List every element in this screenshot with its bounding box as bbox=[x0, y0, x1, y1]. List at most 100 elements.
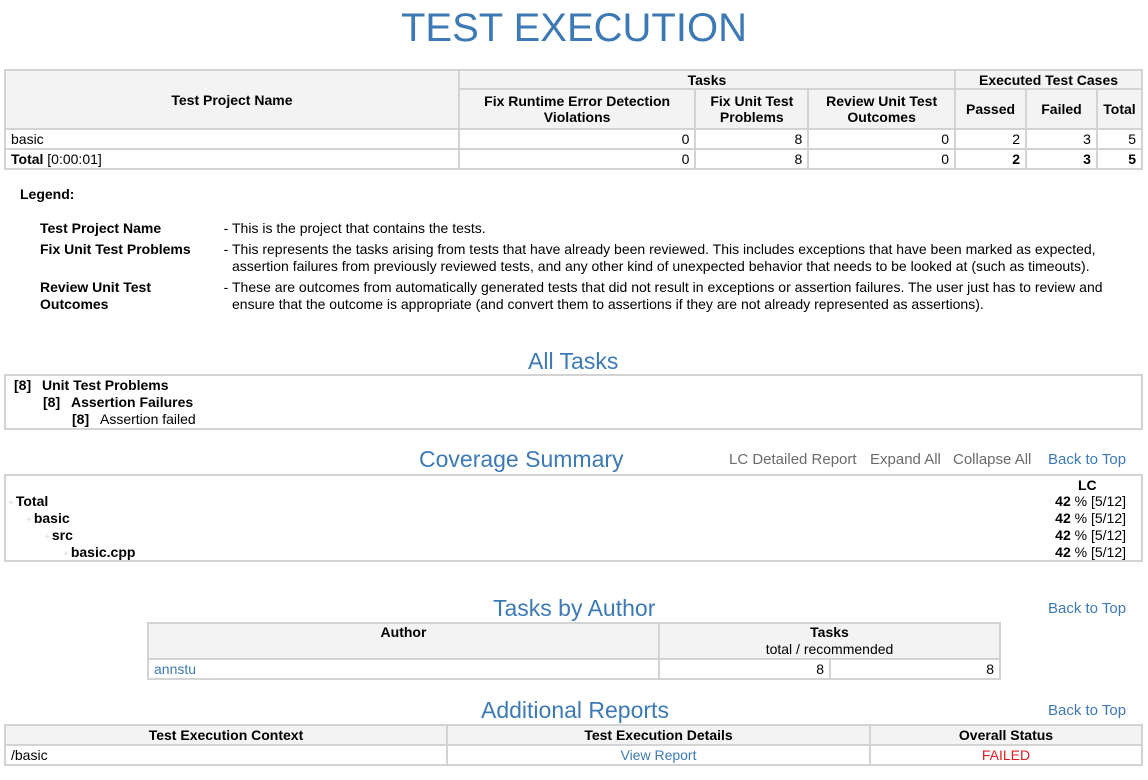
header-tasks-label: Tasks bbox=[810, 624, 849, 640]
task-label: Unit Test Problems bbox=[42, 377, 169, 393]
header-author: Author bbox=[147, 622, 660, 660]
total-time: [0:00:01] bbox=[47, 151, 102, 167]
task-node[interactable]: [8] Assertion Failures bbox=[14, 394, 1133, 411]
table-row: basic 0 8 0 2 3 5 bbox=[4, 128, 1144, 150]
review-count-cell: 0 bbox=[807, 128, 957, 150]
total-label-cell: Total [0:00:01] bbox=[4, 148, 460, 170]
legend: Legend: Test Project Name - This is the … bbox=[20, 184, 1140, 317]
total-failed-cell: 3 bbox=[1025, 148, 1098, 170]
additional-reports-title: Additional Reports bbox=[481, 697, 669, 723]
total-review-cell: 0 bbox=[807, 148, 957, 170]
coverage-node-name: basic.cpp bbox=[70, 544, 136, 560]
tree-node-icon: + bbox=[26, 515, 32, 526]
coverage-row[interactable]: + basic.cpp 42 % [5/12] bbox=[6, 544, 1126, 561]
table-row: annstu 8 8 bbox=[147, 658, 1001, 680]
legend-item: Review Unit Test Outcomes - These are ou… bbox=[20, 279, 1140, 313]
header-project-name: Test Project Name bbox=[4, 69, 460, 130]
coverage-row[interactable]: + Total 42 % [5/12] bbox=[6, 493, 1126, 510]
header-runtime-violations: Fix Runtime Error Detection Violations bbox=[457, 88, 697, 130]
all-tasks-tree: [8] Unit Test Problems [8] Assertion Failu… bbox=[4, 374, 1143, 430]
tasks-by-author-title: Tasks by Author bbox=[493, 595, 656, 621]
tree-node-icon: + bbox=[8, 498, 14, 509]
reports-table: Test Execution Context Test Execution De… bbox=[4, 724, 1143, 766]
authors-table: Author Tasks total / recommended annstu … bbox=[147, 622, 1001, 680]
total-fix-cell: 8 bbox=[694, 148, 810, 170]
task-count: [8] bbox=[14, 377, 32, 393]
header-execution-details: Test Execution Details bbox=[446, 724, 871, 746]
runtime-count-cell: 0 bbox=[457, 128, 697, 150]
header-tasks: Tasks bbox=[457, 69, 957, 90]
coverage-node-name: Total bbox=[15, 493, 49, 509]
task-label: Assertion failed bbox=[100, 411, 196, 427]
coverage-table: LC + Total 42 % [5/12] + basic 42 % [5/12]… bbox=[4, 474, 1143, 562]
details-cell: View Report bbox=[446, 744, 871, 766]
author-cell: annstu bbox=[147, 658, 660, 680]
total-count-cell: 5 bbox=[1095, 128, 1144, 150]
task-node[interactable]: [8] Assertion failed bbox=[14, 411, 1133, 428]
author-total-cell: 8 bbox=[658, 658, 831, 680]
header-executed-test-cases: Executed Test Cases bbox=[954, 69, 1143, 90]
legend-desc: These are outcomes from automatically ge… bbox=[232, 279, 1103, 312]
coverage-ratio: % [5/12] bbox=[1074, 510, 1126, 526]
total-runtime-cell: 0 bbox=[457, 148, 697, 170]
task-count: [8] bbox=[72, 411, 90, 427]
author-recommended-cell: 8 bbox=[829, 658, 1001, 680]
coverage-row[interactable]: + basic 42 % [5/12] bbox=[6, 510, 1126, 527]
coverage-pct: 42 bbox=[1055, 493, 1071, 509]
legend-term: Test Project Name bbox=[40, 220, 162, 236]
tree-node-icon: + bbox=[63, 549, 69, 560]
legend-term: Fix Unit Test Problems bbox=[40, 241, 191, 257]
lc-detailed-report-link[interactable]: LC Detailed Report bbox=[729, 451, 857, 469]
total-row: Total [0:00:01] 0 8 0 2 3 5 bbox=[4, 148, 1144, 170]
legend-item: Fix Unit Test Problems - This represents… bbox=[20, 241, 1140, 275]
page-title: TEST EXECUTION bbox=[401, 6, 747, 50]
expand-all-link[interactable]: Expand All bbox=[870, 451, 941, 469]
back-to-top-link[interactable]: Back to Top bbox=[1048, 702, 1126, 720]
coverage-summary-title: Coverage Summary bbox=[419, 446, 624, 472]
task-node[interactable]: [8] Unit Test Problems bbox=[14, 377, 1133, 394]
header-failed: Failed bbox=[1025, 88, 1098, 130]
back-to-top-link[interactable]: Back to Top bbox=[1048, 600, 1126, 618]
failed-count-cell: 3 bbox=[1025, 128, 1098, 150]
task-label: Assertion Failures bbox=[71, 394, 194, 410]
header-fix-unit-test-problems: Fix Unit Test Problems bbox=[694, 88, 810, 130]
fix-count-cell: 8 bbox=[694, 128, 810, 150]
legend-heading: Legend: bbox=[20, 186, 75, 202]
total-total-cell: 5 bbox=[1095, 148, 1144, 170]
context-cell: /basic bbox=[4, 744, 448, 766]
lc-column-header: LC bbox=[1078, 477, 1097, 493]
header-execution-context: Test Execution Context bbox=[4, 724, 448, 746]
coverage-pct: 42 bbox=[1055, 544, 1071, 560]
all-tasks-title: All Tasks bbox=[528, 348, 619, 374]
coverage-node-name: src bbox=[51, 527, 73, 543]
status-cell: FAILED bbox=[869, 744, 1143, 766]
coverage-pct: 42 bbox=[1055, 510, 1071, 526]
tree-node-icon: + bbox=[44, 532, 50, 543]
task-count: [8] bbox=[43, 394, 61, 410]
header-total: Total bbox=[1095, 88, 1144, 130]
header-passed: Passed bbox=[954, 88, 1028, 130]
collapse-all-link[interactable]: Collapse All bbox=[953, 451, 1031, 469]
view-report-link[interactable]: View Report bbox=[620, 747, 696, 763]
coverage-node-name: basic bbox=[33, 510, 70, 526]
coverage-ratio: % [5/12] bbox=[1074, 493, 1126, 509]
author-link[interactable]: annstu bbox=[154, 661, 196, 677]
project-name-cell: basic bbox=[4, 128, 460, 150]
header-tasks-sub: total / recommended bbox=[765, 641, 894, 657]
legend-desc: This represents the tasks arising from t… bbox=[232, 241, 1096, 274]
total-passed-cell: 2 bbox=[954, 148, 1028, 170]
coverage-pct: 42 bbox=[1055, 527, 1071, 543]
passed-count-cell: 2 bbox=[954, 128, 1028, 150]
coverage-ratio: % [5/12] bbox=[1074, 527, 1126, 543]
header-tasks: Tasks total / recommended bbox=[658, 622, 1001, 660]
coverage-ratio: % [5/12] bbox=[1074, 544, 1126, 560]
coverage-row[interactable]: + src 42 % [5/12] bbox=[6, 527, 1126, 544]
back-to-top-link[interactable]: Back to Top bbox=[1048, 451, 1126, 469]
legend-desc: This is the project that contains the te… bbox=[232, 220, 486, 236]
summary-table: Test Project Name Tasks Executed Test Ca… bbox=[4, 69, 1144, 170]
header-overall-status: Overall Status bbox=[869, 724, 1143, 746]
legend-term: Review Unit Test Outcomes bbox=[40, 279, 151, 312]
header-review-unit-test-outcomes: Review Unit Test Outcomes bbox=[807, 88, 957, 130]
legend-item: Test Project Name - This is the project … bbox=[20, 220, 1140, 237]
total-label: Total bbox=[11, 151, 44, 167]
